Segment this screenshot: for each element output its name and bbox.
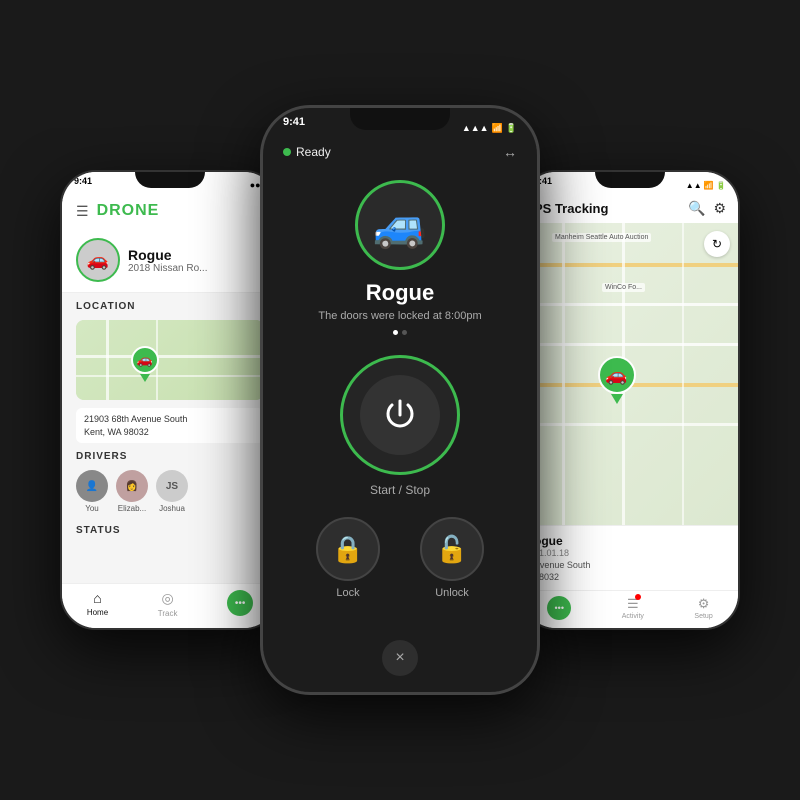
right-nav-setup[interactable]: ⚙ Setup	[694, 596, 712, 620]
map-pin-tail-right	[611, 394, 623, 404]
map-bg	[76, 320, 264, 400]
status-label: STATUS	[62, 517, 278, 540]
map-label-1: Manheim Seattle Auto Auction	[552, 233, 651, 242]
map-box-left[interactable]: 🚗	[76, 320, 264, 400]
car-model-left: 2018 Nissan Ro...	[128, 263, 208, 274]
power-icon[interactable]	[360, 375, 440, 455]
right-info-card: ogue 01.01.18 Avenue South 98032	[522, 525, 738, 590]
filter-icon[interactable]: ⚙	[713, 200, 726, 217]
left-bottom-nav: ⌂ Home ◎ Track •••	[62, 583, 278, 628]
power-ring[interactable]	[340, 355, 460, 475]
right-status-icons: ▲▲ 📶 🔋	[686, 176, 726, 194]
arrow-icon: ↔	[503, 144, 517, 160]
ready-dot	[283, 148, 291, 156]
pin-circle: 🚗	[131, 346, 159, 374]
dot-1	[393, 330, 398, 335]
center-car-name: Rogue	[366, 280, 434, 306]
ready-bar: Ready ↔	[263, 140, 537, 164]
right-nav-more[interactable]: •••	[547, 596, 571, 620]
car-avatar-left: 🚗	[76, 238, 120, 282]
map-car-pin-right: 🚗	[598, 356, 636, 404]
notch-left	[135, 172, 205, 188]
driver-avatar-joshua: JS	[156, 470, 188, 502]
power-svg	[380, 395, 420, 435]
nav-home[interactable]: ⌂ Home	[87, 590, 108, 618]
center-status-icons: ▲▲▲ 📶 🔋	[462, 116, 517, 140]
road-rv1	[562, 223, 565, 525]
dots-indicator	[393, 330, 407, 335]
road-rv3	[682, 223, 684, 525]
dot-2	[402, 330, 407, 335]
setup-icon: ⚙	[698, 596, 710, 612]
home-icon: ⌂	[93, 590, 101, 606]
nav-more-left[interactable]: •••	[227, 590, 253, 618]
driver-avatar-you: 👤	[76, 470, 108, 502]
map-pin-left: 🚗	[131, 346, 159, 382]
right-bottom-nav: ••• ☰ Activity ⚙ Setup	[522, 590, 738, 628]
unlock-button[interactable]: 🔓	[420, 517, 484, 581]
road-r1	[522, 263, 738, 267]
left-header: ☰ DRONE	[62, 194, 278, 228]
ready-text: Ready	[283, 145, 331, 159]
driver-elizabeth[interactable]: 👩 Elizab...	[116, 470, 148, 513]
road-r3	[522, 343, 738, 346]
pin-tail	[140, 374, 150, 382]
car-name-left: Rogue	[128, 247, 208, 263]
map-label-2: WinCo Fo...	[602, 283, 645, 292]
location-label: LOCATION	[62, 293, 278, 316]
left-time: 9:41	[74, 176, 92, 194]
map-pin-circle-right: 🚗	[598, 356, 636, 394]
center-time: 9:41	[283, 116, 305, 140]
right-nav-dot[interactable]: •••	[547, 596, 571, 620]
start-stop-label: Start / Stop	[370, 483, 430, 497]
center-car-status: The doors were locked at 8:00pm	[318, 310, 481, 322]
road-r5	[522, 423, 738, 426]
activity-icon-wrap: ☰	[627, 596, 639, 612]
road-r2	[522, 303, 738, 306]
refresh-button[interactable]: ↻	[704, 231, 730, 257]
car-info-left: Rogue 2018 Nissan Ro...	[128, 247, 208, 274]
close-button[interactable]: ×	[382, 640, 418, 676]
power-button-wrap: Start / Stop	[340, 355, 460, 497]
lock-label: Lock	[336, 587, 359, 599]
notch-right	[595, 172, 665, 188]
map-address: 21903 68th Avenue South Kent, WA 98032	[76, 408, 264, 443]
header-icons: 🔍 ⚙	[688, 200, 726, 217]
right-car-addr1: Avenue South	[534, 560, 726, 570]
right-header: PS Tracking 🔍 ⚙	[522, 194, 738, 223]
track-icon: ◎	[162, 590, 174, 607]
drivers-label: DRIVERS	[62, 443, 278, 466]
lock-unlock-row: 🔒 Lock 🔓 Unlock	[316, 517, 484, 599]
left-phone: 9:41 ●●● ☰ DRONE 🚗 Rogue 2018 Nissan Ro.…	[60, 170, 280, 630]
center-car-circle: 🚙	[355, 180, 445, 270]
drivers-row: 👤 You 👩 Elizab... JS Joshua	[62, 466, 278, 517]
right-car-date: 01.01.18	[534, 548, 726, 558]
right-nav-activity[interactable]: ☰ Activity	[622, 596, 644, 620]
driver-you[interactable]: 👤 You	[76, 470, 108, 513]
right-car-addr2: 98032	[534, 572, 726, 582]
road-3	[106, 320, 109, 400]
search-icon[interactable]: 🔍	[688, 200, 705, 217]
road-1	[76, 355, 264, 358]
activity-red-dot	[635, 594, 641, 600]
right-car-name: ogue	[534, 534, 726, 548]
map-full-right[interactable]: Manheim Seattle Auto Auction WinCo Fo...…	[522, 223, 738, 525]
road-2	[76, 375, 264, 377]
gps-title: PS Tracking	[534, 201, 608, 216]
right-phone: 9:41 ▲▲ 📶 🔋 PS Tracking 🔍 ⚙	[520, 170, 740, 630]
nav-track[interactable]: ◎ Track	[158, 590, 178, 618]
lock-button-wrap: 🔒 Lock	[316, 517, 380, 599]
center-phone: 9:41 ▲▲▲ 📶 🔋 Ready ↔ 🚙 Rogue The doors w…	[260, 105, 540, 695]
brand-logo: DRONE	[97, 202, 160, 220]
lock-button[interactable]: 🔒	[316, 517, 380, 581]
car-card-left[interactable]: 🚗 Rogue 2018 Nissan Ro...	[62, 228, 278, 293]
driver-avatar-elizabeth: 👩	[116, 470, 148, 502]
driver-joshua[interactable]: JS Joshua	[156, 470, 188, 513]
notch-center	[350, 108, 450, 130]
hamburger-icon[interactable]: ☰	[76, 203, 89, 220]
unlock-button-wrap: 🔓 Unlock	[420, 517, 484, 599]
unlock-label: Unlock	[435, 587, 469, 599]
more-dot-left[interactable]: •••	[227, 590, 253, 616]
